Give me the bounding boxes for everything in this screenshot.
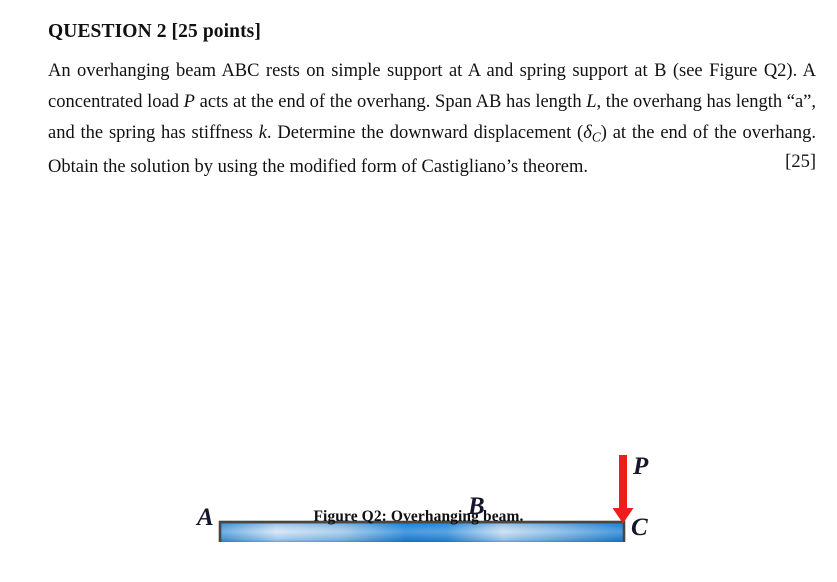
figure-q2: A B C P k L a [0,222,837,542]
symbol-P-inline: P [183,91,195,112]
question-body-seg4: . Determine the downward displacement ( [266,122,584,143]
marks-allocation: [25] [785,152,816,173]
load-arrow-shaft [619,455,627,511]
question-page: QUESTION 2 [25 points] An overhanging be… [0,0,837,582]
question-text-block: QUESTION 2 [25 points] An overhanging be… [48,22,816,183]
question-body: An overhanging beam ABC rests on simple … [48,56,816,184]
symbol-k-inline: k [258,122,267,143]
question-heading: QUESTION 2 [25 points] [48,21,261,42]
label-p: P [632,453,649,480]
symbol-delta-subscript: C [591,129,601,145]
symbol-delta-inline: δ [583,122,592,143]
symbol-L-inline: L [586,91,597,112]
figure-caption: Figure Q2: Overhanging beam. [313,508,524,525]
question-body-seg2: acts at the end of the overhang. Span AB… [194,91,587,112]
